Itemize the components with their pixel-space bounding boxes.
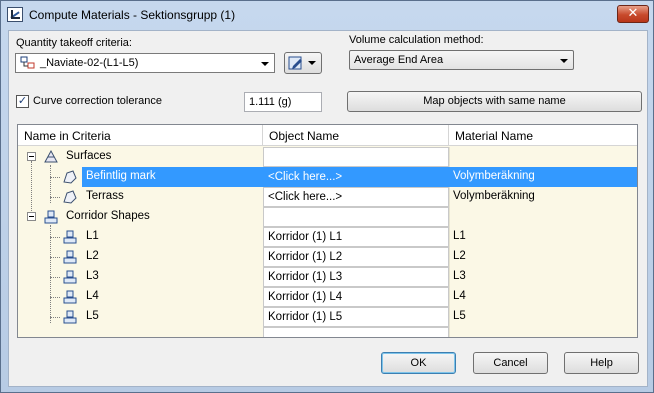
shape-icon <box>63 250 77 264</box>
material-name-cell: L1 <box>453 230 466 242</box>
material-name-cell: L4 <box>453 290 466 302</box>
row-name: Corridor Shapes <box>66 210 150 222</box>
material-name-cell: L3 <box>453 270 466 282</box>
material-name-cell: L5 <box>453 310 466 322</box>
column-header-object[interactable]: Object Name <box>263 125 449 146</box>
curve-tolerance-input[interactable]: 1.111 (g) <box>244 92 322 112</box>
object-name-cell[interactable] <box>263 207 449 227</box>
object-name-cell[interactable]: Korridor (1) L2 <box>263 247 449 267</box>
volume-label: Volume calculation method: <box>349 34 484 46</box>
row-name: Surfaces <box>66 150 112 162</box>
object-name-cell[interactable]: <Click here...> <box>263 167 449 187</box>
object-name-cell[interactable]: Korridor (1) L5 <box>263 307 449 327</box>
row-name: L4 <box>86 290 99 302</box>
shape-icon <box>63 310 77 324</box>
row-name: Befintlig mark <box>86 170 156 182</box>
volume-method-value: Average End Area <box>354 54 444 66</box>
dropdown-arrow-icon <box>308 61 316 65</box>
corridor-shape-icon <box>44 210 58 224</box>
chevron-down-icon <box>560 59 568 63</box>
object-name-cell[interactable] <box>263 147 449 167</box>
row-name: L2 <box>86 250 99 262</box>
row-name: L1 <box>86 230 99 242</box>
curve-correction-label: Curve correction tolerance <box>33 95 163 107</box>
tree-row-surfaces[interactable]: Surfaces <box>18 147 637 167</box>
grid-header: Name in Criteria Object Name Material Na… <box>18 125 637 146</box>
criteria-select[interactable]: _Naviate-02-(L1-L5) <box>15 53 275 73</box>
window-title: Compute Materials - Sektionsgrupp (1) <box>29 8 236 22</box>
ok-button[interactable]: OK <box>381 352 456 374</box>
tree-row-befintlig-mark[interactable]: Befintlig mark <Click here...> Volymberä… <box>82 167 637 187</box>
map-objects-button[interactable]: Map objects with same name <box>347 91 642 112</box>
row-name: L5 <box>86 310 99 322</box>
material-name-cell: Volymberäkning <box>453 170 535 182</box>
material-name-cell <box>449 207 457 227</box>
row-name: Terrass <box>86 190 124 202</box>
chevron-down-icon <box>261 62 269 66</box>
object-name-cell[interactable]: Korridor (1) L4 <box>263 287 449 307</box>
tree-row-l3[interactable]: L3 Korridor (1) L3 L3 <box>18 267 637 287</box>
shape-icon <box>63 290 77 304</box>
material-name-cell <box>449 147 457 167</box>
help-button[interactable]: Help <box>564 352 639 374</box>
tree-row-l1[interactable]: L1 Korridor (1) L1 L1 <box>18 227 637 247</box>
volume-method-select[interactable]: Average End Area <box>349 50 574 70</box>
column-header-material[interactable]: Material Name <box>449 125 637 146</box>
title-bar[interactable]: Compute Materials - Sektionsgrupp (1) ✕ <box>1 1 653 29</box>
object-name-cell[interactable]: <Click here...> <box>263 187 449 207</box>
app-icon <box>7 7 23 22</box>
object-name-cell <box>263 327 449 337</box>
material-name-cell: Volymberäkning <box>453 190 535 202</box>
surface-icon <box>63 190 77 204</box>
surface-icon <box>44 149 58 163</box>
edit-criteria-button[interactable] <box>284 52 322 74</box>
object-name-cell[interactable]: Korridor (1) L1 <box>263 227 449 247</box>
materials-grid: Name in Criteria Object Name Material Na… <box>17 124 638 338</box>
collapse-toggle[interactable] <box>27 212 36 221</box>
tree-row-l2[interactable]: L2 Korridor (1) L2 L2 <box>18 247 637 267</box>
tree-row-l5[interactable]: L5 Korridor (1) L5 L5 <box>18 307 637 327</box>
cancel-button[interactable]: Cancel <box>473 352 548 374</box>
surface-icon <box>63 170 77 184</box>
shape-icon <box>63 230 77 244</box>
criteria-icon <box>20 56 35 69</box>
criteria-value: _Naviate-02-(L1-L5) <box>40 57 139 69</box>
tree-row-corridor-shapes[interactable]: Corridor Shapes <box>18 207 637 227</box>
dialog-body: Quantity takeoff criteria: _Naviate-02-(… <box>8 30 648 387</box>
curve-correction-checkbox[interactable]: ✓ <box>16 95 29 108</box>
shape-icon <box>63 270 77 284</box>
material-name-cell: L2 <box>453 250 466 262</box>
tree-row-terrass[interactable]: Terrass <Click here...> Volymberäkning <box>18 187 637 207</box>
column-header-name[interactable]: Name in Criteria <box>18 125 263 146</box>
close-button[interactable]: ✕ <box>617 5 649 23</box>
criteria-label: Quantity takeoff criteria: <box>16 37 132 49</box>
object-name-cell[interactable]: Korridor (1) L3 <box>263 267 449 287</box>
row-name: L3 <box>86 270 99 282</box>
compute-materials-dialog: Compute Materials - Sektionsgrupp (1) ✕ … <box>0 0 654 393</box>
edit-criteria-icon <box>288 56 302 70</box>
collapse-toggle[interactable] <box>27 152 36 161</box>
tree-row-l4[interactable]: L4 Korridor (1) L4 L4 <box>18 287 637 307</box>
